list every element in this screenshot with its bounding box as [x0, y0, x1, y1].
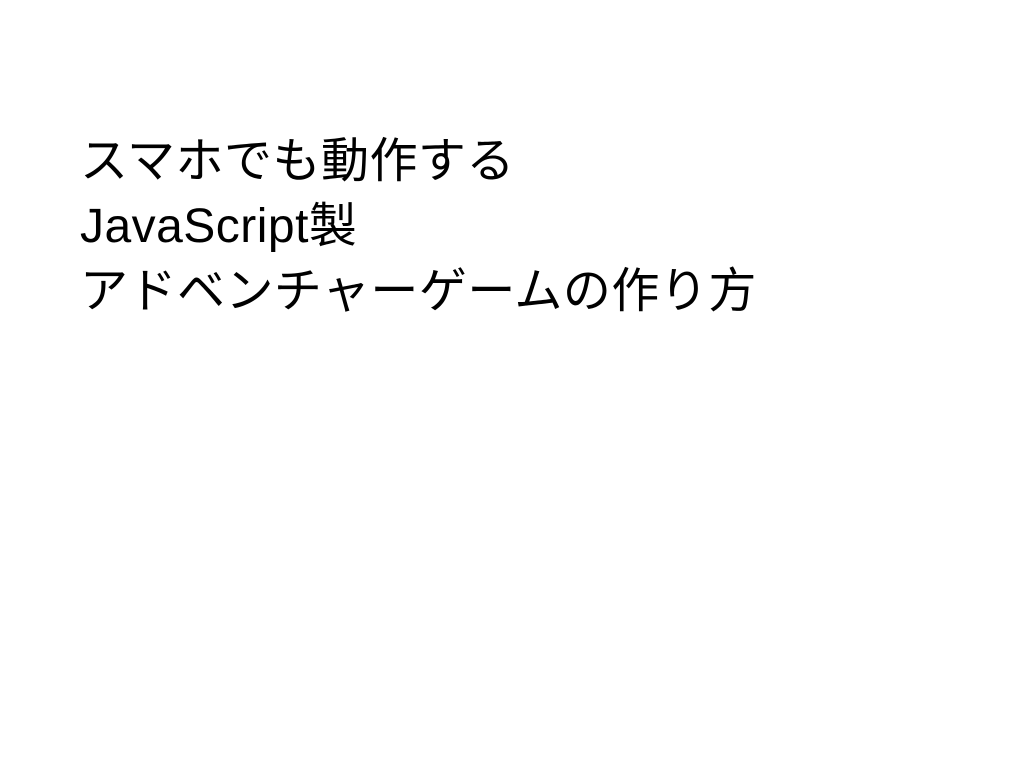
- title-line-1: スマホでも動作する: [80, 130, 944, 195]
- title-line-3: アドベンチャーゲームの作り方: [80, 260, 944, 325]
- title-line-2: JavaScript製: [80, 195, 944, 260]
- slide-container: スマホでも動作する JavaScript製 アドベンチャーゲームの作り方: [0, 0, 1024, 768]
- slide-title: スマホでも動作する JavaScript製 アドベンチャーゲームの作り方: [80, 130, 944, 324]
